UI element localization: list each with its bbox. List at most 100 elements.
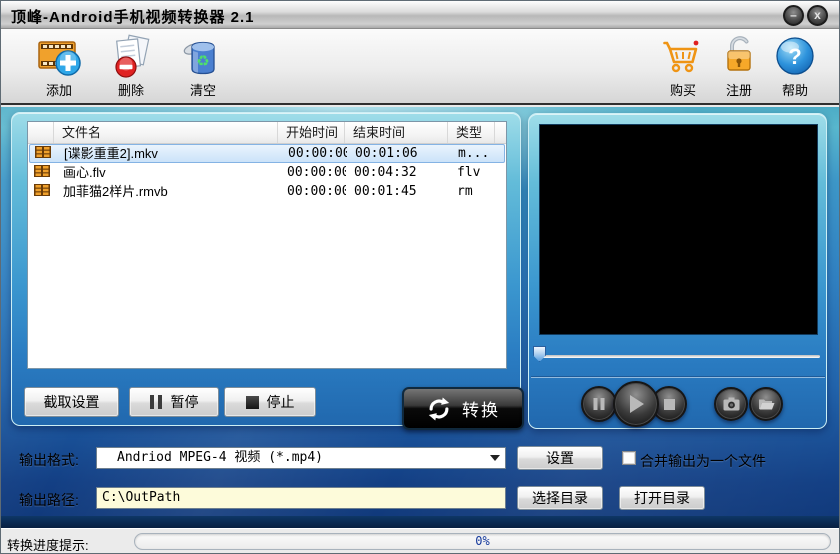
pause-icon (149, 395, 163, 409)
choose-directory-label: 选择目录 (532, 490, 588, 506)
file-end-cell: 00:04:32 (354, 164, 417, 180)
header-start-time[interactable]: 开始时间 (278, 122, 345, 143)
convert-label: 转换 (462, 401, 500, 420)
title-bar: 顶峰-Android手机视频转换器 2.1 – x (1, 1, 839, 29)
output-path-label: 输出路径: (19, 492, 79, 508)
header-type[interactable]: 类型 (448, 122, 495, 143)
seek-slider-thumb[interactable] (533, 346, 546, 362)
stop-convert-button[interactable]: 停止 (224, 387, 316, 417)
output-format-label: 输出格式: (19, 452, 79, 468)
merge-output-label: 合并输出为一个文件 (640, 453, 766, 469)
delete-icon (115, 34, 150, 78)
header-filename[interactable]: 文件名 (54, 122, 278, 143)
video-preview (539, 124, 818, 335)
help-icon: ? (776, 37, 814, 75)
output-path-input[interactable]: C:\OutPath (96, 487, 506, 509)
file-name-cell: [谍影重重2].mkv (64, 145, 158, 161)
file-start-cell: 00:00:00 (287, 183, 346, 199)
file-table-body: [谍影重重2].mkv 00:00:00 00:01:06 m... 画心.flv 00:… (28, 144, 506, 201)
conversion-progress-bar: 0% (134, 533, 831, 550)
file-video-icon (34, 183, 50, 196)
add-files-button[interactable]: 添加 (28, 33, 90, 101)
svg-text:?: ? (788, 44, 801, 69)
open-directory-button[interactable]: 打开目录 (619, 486, 705, 510)
add-files-label: 添加 (45, 83, 72, 98)
convert-refresh-icon (428, 396, 450, 421)
delete-files-button[interactable]: 删除 (100, 33, 162, 101)
player-play-icon (630, 395, 644, 413)
progress-hint-label: 转换进度提示: (7, 538, 89, 553)
capture-settings-button[interactable]: 截取设置 (24, 387, 119, 417)
capture-settings-label: 截取设置 (43, 394, 100, 410)
progress-percent-text: 0% (475, 534, 490, 548)
output-path-value: C:\OutPath (102, 490, 181, 505)
player-play-button[interactable] (613, 381, 659, 427)
player-separator (531, 376, 825, 378)
output-format-select[interactable]: Andriod MPEG-4 视频 (*.mp4) (96, 447, 506, 469)
open-directory-label: 打开目录 (634, 490, 690, 506)
file-start-cell: 00:00:00 (287, 164, 346, 180)
buy-label: 购买 (669, 83, 696, 98)
output-format-value: Andriod MPEG-4 视频 (*.mp4) (117, 450, 324, 465)
choose-directory-button[interactable]: 选择目录 (517, 486, 603, 510)
convert-button[interactable]: 转换 (402, 387, 524, 430)
clear-list-button[interactable]: ♻ 清空 (172, 33, 234, 101)
header-end-time[interactable]: 结束时间 (345, 122, 448, 143)
file-name-cell: 画心.flv (63, 164, 106, 180)
merge-output-checkbox[interactable] (622, 451, 636, 465)
file-start-cell: 00:00:00 (288, 145, 347, 161)
register-lock-icon (727, 36, 751, 71)
file-end-cell: 00:01:06 (355, 145, 418, 161)
table-row[interactable]: 画心.flv 00:00:00 00:04:32 flv (29, 163, 505, 182)
main-area: 文件名 开始时间 结束时间 类型 [谍影重重2].mkv 00:00:00 00:0… (1, 107, 839, 516)
close-icon: x (814, 8, 821, 22)
file-video-icon (35, 145, 51, 158)
app-window: 顶峰-Android手机视频转换器 2.1 – x 添加 删除 ♻ 清空 购买 … (0, 0, 840, 554)
table-row[interactable]: 加菲猫2样片.rmvb 00:00:00 00:01:45 rm (29, 182, 505, 201)
clear-list-label: 清空 (189, 83, 216, 98)
player-pause-icon (593, 398, 605, 410)
header-filler (495, 122, 506, 143)
file-type-cell: flv (457, 164, 481, 180)
settings-label: 设置 (546, 450, 574, 466)
settings-button[interactable]: 设置 (517, 446, 603, 470)
pause-label: 暂停 (170, 394, 199, 410)
seek-slider-track[interactable] (537, 355, 820, 358)
stop-icon (245, 395, 259, 409)
player-stop-icon (663, 398, 675, 410)
preview-panel (528, 113, 827, 429)
file-video-icon (34, 164, 50, 177)
status-bar: 转换进度提示: 0% (1, 528, 839, 553)
buy-cart-icon (663, 40, 699, 73)
pause-convert-button[interactable]: 暂停 (129, 387, 219, 417)
file-icon-cell (29, 164, 55, 182)
table-row[interactable]: [谍影重重2].mkv 00:00:00 00:01:06 m... (29, 144, 505, 163)
window-title: 顶峰-Android手机视频转换器 2.1 (11, 9, 255, 26)
delete-files-label: 删除 (117, 83, 144, 98)
file-type-cell: m... (458, 145, 490, 161)
player-pause-button[interactable] (581, 386, 617, 422)
add-video-icon (38, 41, 81, 76)
file-end-cell: 00:01:45 (354, 183, 417, 199)
header-icon-col[interactable] (28, 122, 54, 143)
file-table-header: 文件名 开始时间 结束时间 类型 (28, 122, 506, 144)
open-snapshot-folder-button[interactable] (749, 387, 783, 421)
folder-icon (758, 399, 774, 410)
buy-button[interactable]: 购买 (652, 33, 714, 101)
svg-text:♻: ♻ (196, 53, 209, 70)
stop-label: 停止 (266, 394, 295, 410)
combo-arrow-icon (490, 455, 500, 461)
file-icon-cell (30, 145, 56, 163)
help-button[interactable]: ? 帮助 (764, 33, 826, 101)
register-label: 注册 (725, 83, 752, 98)
camera-icon (723, 397, 739, 410)
clear-bin-icon: ♻ (183, 41, 215, 75)
help-label: 帮助 (781, 83, 808, 98)
close-button[interactable]: x (807, 5, 828, 26)
file-panel: 文件名 开始时间 结束时间 类型 [谍影重重2].mkv 00:00:00 00:0… (11, 112, 524, 430)
register-button[interactable]: 注册 (708, 33, 770, 101)
snapshot-button[interactable] (714, 387, 748, 421)
minimize-button[interactable]: – (783, 5, 804, 26)
minimize-icon: – (790, 8, 797, 22)
file-icon-cell (29, 183, 55, 201)
